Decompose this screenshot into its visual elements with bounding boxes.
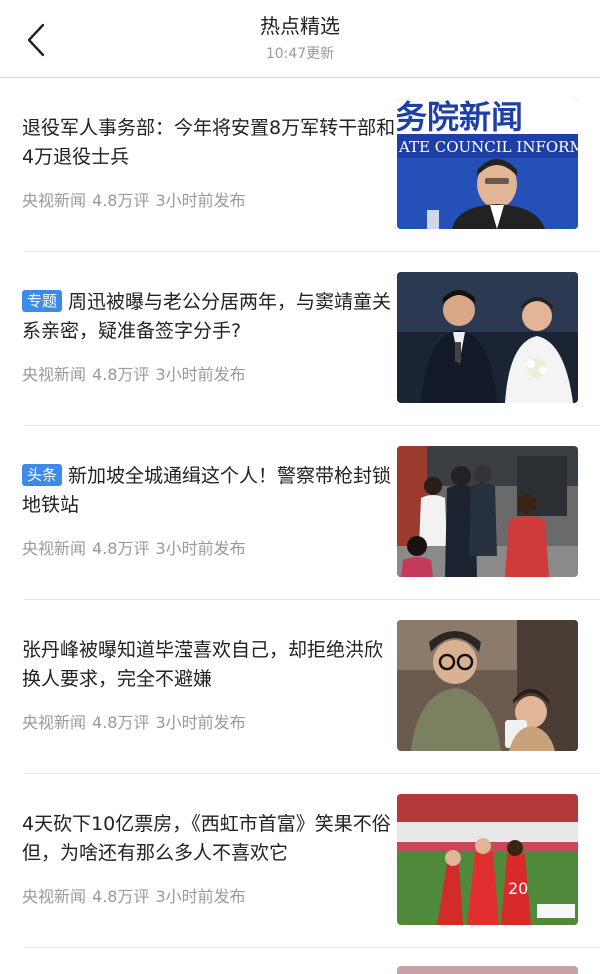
news-title-text: 张丹峰被曝知道毕滢喜欢自己，却拒绝洪欣换人要求，完全不避嫌 — [22, 639, 384, 690]
news-title-text: 周迅被曝与老公分居两年，与窦靖童关系亲密，疑准备签字分手? — [22, 291, 392, 342]
news-text: 张丹峰被曝知道毕滢喜欢自己，却拒绝洪欣换人要求，完全不避嫌 — [22, 636, 398, 694]
news-thumbnail[interactable] — [397, 272, 578, 403]
news-text: 4天砍下10亿票房，《西虹市首富》笑果不俗 但，为啥还有那么多人不喜欢它 — [22, 810, 398, 868]
news-title[interactable]: 专题 周迅被曝与老公分居两年，与窦靖童关系亲密，疑准备签字分手? — [22, 288, 398, 346]
news-title-text: 新加坡全城通缉这个人！警察带枪封锁地铁站 — [22, 465, 392, 516]
news-title[interactable]: 退役军人事务部：今年将安置8万军转干部和4万退役士兵 — [22, 114, 398, 172]
news-source: 央视新闻 — [22, 539, 87, 558]
news-thumbnail[interactable]: 20 — [397, 794, 578, 925]
news-time: 3小时前发布 — [155, 887, 246, 906]
news-time: 3小时前发布 — [155, 191, 246, 210]
news-time: 3小时前发布 — [155, 539, 246, 558]
news-thumbnail[interactable] — [397, 620, 578, 751]
thumb-caption-1: 务院新闻 — [397, 98, 523, 136]
news-item[interactable]: 张丹峰被曝知道毕滢喜欢自己，却拒绝洪欣换人要求，完全不避嫌 央视新闻 4.8万评 3… — [0, 600, 600, 774]
news-text: 专题 周迅被曝与老公分居两年，与窦靖童关系亲密，疑准备签字分手? — [22, 288, 398, 346]
news-source: 央视新闻 — [22, 713, 87, 732]
news-meta: 央视新闻 4.8万评 3小时前发布 — [22, 363, 246, 387]
topic-tag: 专题 — [22, 290, 63, 312]
thumb-caption-2: ATE COUNCIL INFORM — [398, 138, 578, 156]
news-time: 3小时前发布 — [155, 365, 246, 384]
news-comments: 4.8万评 — [92, 365, 150, 384]
news-title[interactable]: 张丹峰被曝知道毕滢喜欢自己，却拒绝洪欣换人要求，完全不避嫌 — [22, 636, 398, 694]
page-title: 热点精选 — [260, 14, 340, 38]
update-time: 10:47更新 — [265, 46, 335, 62]
news-item[interactable]: 头条 新加坡全城通缉这个人！警察带枪封锁地铁站 央视新闻 4.8万评 3小时前发布 — [0, 426, 600, 600]
news-item[interactable]: 退役军人事务部：今年将安置8万军转干部和4万退役士兵 央视新闻 4.8万评 3小时前… — [0, 78, 600, 252]
news-source: 央视新闻 — [22, 365, 87, 384]
news-comments: 4.8万评 — [92, 887, 150, 906]
news-source: 央视新闻 — [22, 887, 87, 906]
news-title-text: 退役军人事务部：今年将安置8万军转干部和4万退役士兵 — [22, 117, 396, 168]
news-thumbnail[interactable] — [397, 446, 578, 577]
news-text: 退役军人事务部：今年将安置8万军转干部和4万退役士兵 — [22, 114, 398, 172]
news-thumbnail[interactable]: 务院新闻 ATE COUNCIL INFORM — [397, 98, 578, 229]
news-meta: 央视新闻 4.8万评 3小时前发布 — [22, 537, 246, 561]
news-comments: 4.8万评 — [92, 713, 150, 732]
news-source: 央视新闻 — [22, 191, 87, 210]
news-comments: 4.8万评 — [92, 539, 150, 558]
headline-tag: 头条 — [22, 464, 63, 486]
news-title[interactable]: 头条 新加坡全城通缉这个人！警察带枪封锁地铁站 — [22, 462, 398, 520]
divider — [24, 947, 600, 948]
next-item-thumbnail-peek — [397, 966, 578, 974]
news-text: 头条 新加坡全城通缉这个人！警察带枪封锁地铁站 — [22, 462, 398, 520]
news-comments: 4.8万评 — [92, 191, 150, 210]
news-item[interactable]: 4天砍下10亿票房，《西虹市首富》笑果不俗 但，为啥还有那么多人不喜欢它 央视新… — [0, 774, 600, 948]
top-nav-bar: 热点精选 10:47更新 — [0, 0, 600, 78]
jersey-number: 20 — [508, 879, 528, 898]
news-title-text: 4天砍下10亿票房，《西虹市首富》笑果不俗 但，为啥还有那么多人不喜欢它 — [22, 813, 391, 864]
news-meta: 央视新闻 4.8万评 3小时前发布 — [22, 711, 246, 735]
news-time: 3小时前发布 — [155, 713, 246, 732]
news-meta: 央视新闻 4.8万评 3小时前发布 — [22, 885, 246, 909]
news-title[interactable]: 4天砍下10亿票房，《西虹市首富》笑果不俗 但，为啥还有那么多人不喜欢它 — [22, 810, 398, 868]
news-list: 退役军人事务部：今年将安置8万军转干部和4万退役士兵 央视新闻 4.8万评 3小时前… — [0, 78, 600, 948]
news-meta: 央视新闻 4.8万评 3小时前发布 — [22, 189, 246, 213]
news-item[interactable]: 专题 周迅被曝与老公分居两年，与窦靖童关系亲密，疑准备签字分手? 央视新闻 4.8万… — [0, 252, 600, 426]
